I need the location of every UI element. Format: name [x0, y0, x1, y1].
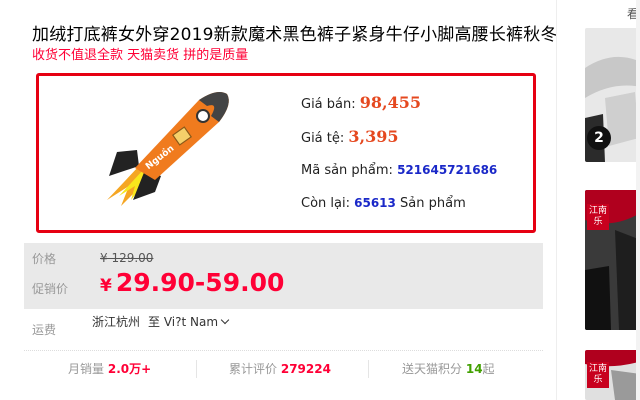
reviews-value: 279224	[280, 362, 331, 376]
stats-separator	[368, 360, 369, 378]
product-subtitle: 收货不值退全款 天猫卖货 拼的是质量	[32, 48, 249, 63]
divider	[24, 350, 543, 351]
rocket-logo-icon: Nguồn	[107, 92, 229, 206]
promo-price: ¥29.90-59.00	[100, 268, 284, 297]
original-price: ¥ 129.00	[100, 251, 154, 265]
promo-price-label: 促销价	[32, 282, 69, 296]
exchange-rate-label: Giá tệ:	[301, 131, 345, 146]
recommended-product-thumb[interactable]: 江南乐	[585, 190, 640, 330]
price-panel: 价格 ¥ 129.00 促销价 ¥29.90-59.00	[24, 243, 543, 309]
shipping-origin: 浙江杭州	[92, 315, 141, 329]
product-code-label: Mã sản phẩm:	[301, 163, 393, 178]
tmall-points: 送天猫积分 14起	[402, 360, 495, 377]
product-title: 加绒打底裤女外穿2019新款魔术黑色裤子紧身牛仔小脚高腰长裤秋冬	[32, 25, 558, 45]
shipping-destination-select[interactable]: 至 Vi?t Nam	[148, 313, 230, 330]
remaining-stock-row: Còn lại: 65613 Sản phẩm	[301, 196, 466, 211]
recommended-product-thumb[interactable]: 2	[585, 28, 640, 162]
thumb-tag: 江南乐	[587, 204, 609, 230]
product-detail-page: 加绒打底裤女外穿2019新款魔术黑色裤子紧身牛仔小脚高腰长裤秋冬 收货不值退全款…	[0, 0, 640, 400]
product-stats-bar: 月销量 2.0万+ 累计评价 279224 送天猫积分 14起	[24, 360, 543, 380]
stats-separator	[196, 360, 197, 378]
monthly-sales-label: 月销量	[68, 362, 105, 376]
price-extension-panel: Nguồn Giá bán: 98,455 Giá tệ: 3,395 Mã s…	[36, 73, 536, 233]
currency-symbol: ¥	[100, 276, 112, 296]
monthly-sales-value: 2.0万+	[107, 362, 152, 376]
product-code-row: Mã sản phẩm: 521645721686	[301, 163, 497, 178]
cumulative-reviews[interactable]: 累计评价 279224	[229, 360, 331, 377]
sale-price-value: 98,455	[359, 93, 421, 112]
scrollbar[interactable]	[636, 0, 640, 400]
recommendation-sidebar: 看 2 江南乐 江南乐	[556, 0, 640, 400]
thumb-badge: 2	[587, 126, 611, 150]
promo-price-value: 29.90-59.00	[115, 268, 285, 297]
points-suffix: 起	[482, 362, 495, 376]
sale-price-row: Giá bán: 98,455	[301, 93, 421, 112]
chevron-down-icon	[220, 315, 230, 325]
remaining-value: 65613	[354, 196, 396, 210]
remaining-label: Còn lại:	[301, 196, 350, 211]
exchange-rate-row: Giá tệ: 3,395	[301, 127, 399, 146]
points-value: 14	[465, 362, 483, 376]
sale-price-label: Giá bán:	[301, 97, 356, 112]
reviews-label: 累计评价	[229, 362, 278, 376]
exchange-rate-value: 3,395	[348, 127, 399, 146]
shipping-destination: 至 Vi?t Nam	[148, 315, 219, 329]
price-label: 价格	[32, 252, 57, 266]
thumb-tag: 江南乐	[587, 362, 609, 388]
points-label: 送天猫积分	[402, 362, 463, 376]
monthly-sales: 月销量 2.0万+	[68, 360, 151, 377]
recommended-product-thumb[interactable]: 江南乐	[585, 350, 640, 400]
remaining-unit: Sản phẩm	[400, 196, 466, 211]
shipping-label: 运费	[32, 323, 57, 337]
product-code-value: 521645721686	[397, 163, 498, 177]
